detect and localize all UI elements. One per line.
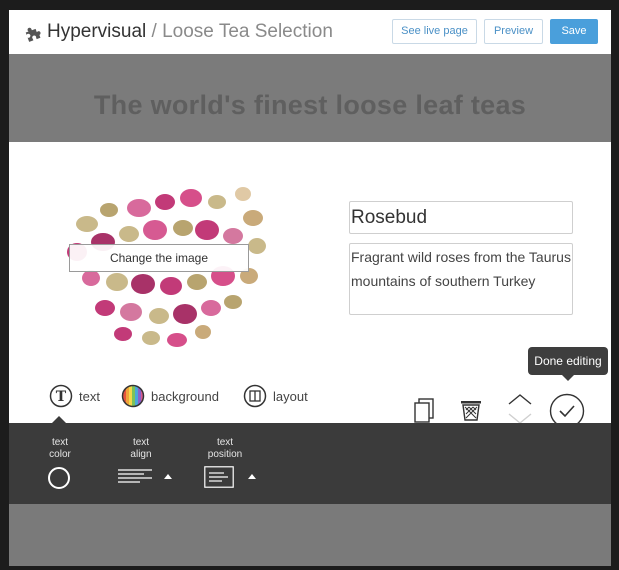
text-align-label-text: text align xyxy=(130,437,152,460)
text-icon: T xyxy=(49,384,73,408)
move-arrows xyxy=(508,394,532,424)
text-color-label: text color xyxy=(39,437,81,461)
save-button[interactable]: Save xyxy=(550,19,598,44)
move-up-icon[interactable] xyxy=(508,394,532,405)
app-header: Hypervisual / Loose Tea Selection See li… xyxy=(9,10,611,54)
hero-section[interactable]: The world's finest loose leaf teas xyxy=(9,54,611,142)
product-description-field[interactable]: Fragrant wild roses from the Taurus moun… xyxy=(349,243,573,315)
text-position-label-text: text position xyxy=(207,437,243,460)
page-name: Loose Tea Selection xyxy=(162,21,333,42)
text-color-label-text: text color xyxy=(49,437,71,460)
svg-text:T: T xyxy=(56,389,67,405)
text-position-label: text position xyxy=(198,437,252,461)
background-tab[interactable]: background xyxy=(121,384,219,408)
text-align-label: text align xyxy=(121,437,161,461)
text-color-swatch[interactable] xyxy=(48,467,70,489)
trash-icon[interactable] xyxy=(459,398,483,422)
change-image-button[interactable]: Change the image xyxy=(69,244,249,272)
duplicate-icon[interactable] xyxy=(413,398,435,424)
palette-icon xyxy=(121,384,145,408)
hero-title: The world's finest loose leaf teas xyxy=(93,90,527,120)
title-separator: / xyxy=(151,21,157,42)
move-down-icon[interactable] xyxy=(508,413,532,424)
preview-button[interactable]: Preview xyxy=(484,19,543,44)
text-align-icon[interactable] xyxy=(118,468,152,484)
page-title: Hypervisual / Loose Tea Selection xyxy=(47,20,333,44)
tooltip-arrow xyxy=(562,375,574,381)
brand-name[interactable]: Hypervisual xyxy=(47,21,146,42)
active-tab-pointer xyxy=(52,416,66,423)
product-card: Change the image Rosebud Fragrant wild r… xyxy=(9,142,611,429)
text-settings-panel: text color text align text position xyxy=(9,423,611,504)
text-tab[interactable]: T text xyxy=(49,384,100,408)
see-live-page-button[interactable]: See live page xyxy=(392,19,477,44)
layout-icon xyxy=(243,384,267,408)
text-align-dropdown-caret[interactable] xyxy=(164,474,172,479)
text-tab-label: text xyxy=(79,388,100,404)
product-name-field[interactable]: Rosebud xyxy=(349,201,573,234)
layout-tab-label: layout xyxy=(273,388,308,404)
editor-frame: Hypervisual / Loose Tea Selection See li… xyxy=(9,10,611,566)
puzzle-logo-icon xyxy=(25,27,41,42)
text-position-dropdown-caret[interactable] xyxy=(248,474,256,479)
text-position-icon[interactable] xyxy=(204,466,234,488)
done-editing-tooltip: Done editing xyxy=(528,347,608,375)
background-tab-label: background xyxy=(151,388,219,404)
layout-tab[interactable]: layout xyxy=(243,384,308,408)
